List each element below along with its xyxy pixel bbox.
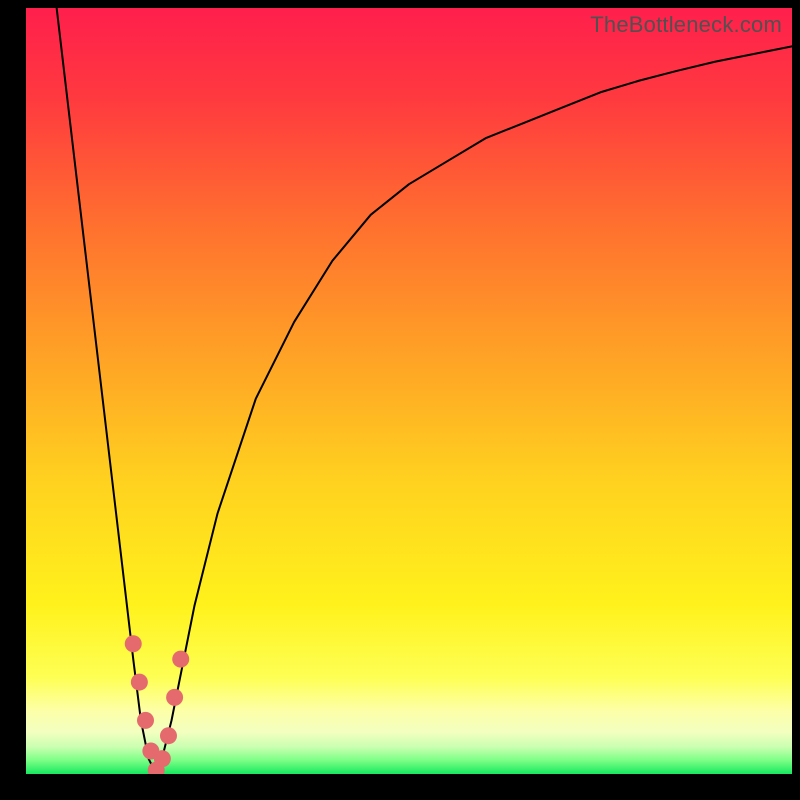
dip-marker — [131, 674, 148, 691]
dip-marker — [160, 727, 177, 744]
watermark-text: TheBottleneck.com — [590, 12, 782, 38]
dip-marker — [154, 750, 171, 767]
gradient-background — [26, 8, 792, 774]
dip-marker — [137, 712, 154, 729]
bottleneck-chart — [26, 8, 792, 774]
dip-marker — [125, 635, 142, 652]
plot-area: TheBottleneck.com — [26, 8, 792, 774]
dip-marker — [172, 651, 189, 668]
dip-marker — [166, 689, 183, 706]
chart-frame: TheBottleneck.com — [0, 0, 800, 800]
